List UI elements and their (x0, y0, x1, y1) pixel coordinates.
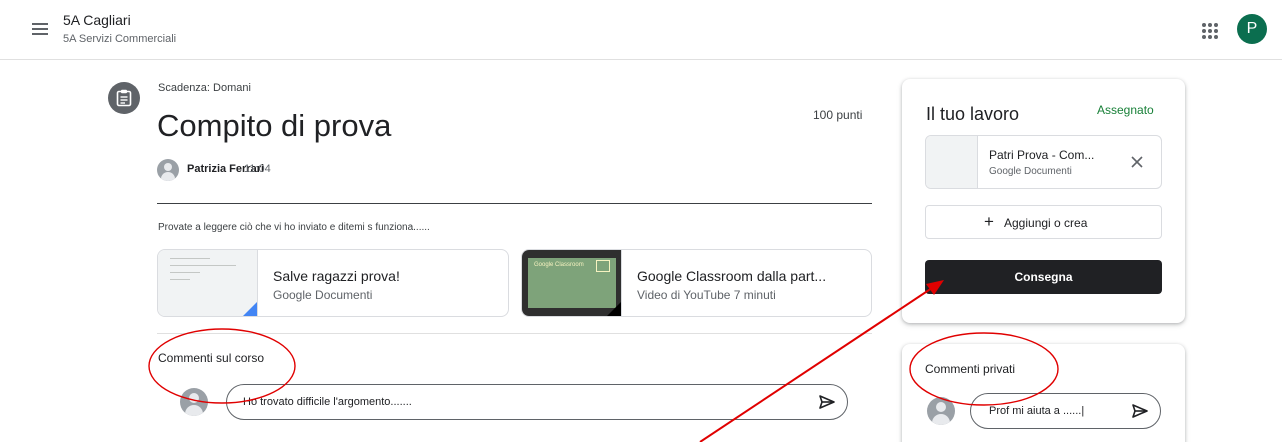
title-divider (157, 203, 872, 204)
page-title: Compito di prova (157, 108, 392, 143)
author-avatar (157, 159, 179, 181)
attachment-type: Google Documenti (273, 288, 373, 302)
attachment-video[interactable]: Google Classroom Google Classroom dalla … (521, 249, 872, 317)
commenter-avatar (927, 397, 955, 425)
file-type: Google Documenti (989, 166, 1072, 177)
attachment-title: Google Classroom dalla part... (637, 268, 827, 284)
send-icon[interactable] (1131, 402, 1149, 420)
your-work-title: Il tuo lavoro (926, 104, 1020, 124)
course-comments-heading: Commenti sul corso (158, 351, 265, 365)
attachment-doc[interactable]: Salve ragazzi prova! Google Documenti (157, 249, 509, 317)
private-comments-heading: Commenti privati (925, 362, 1016, 376)
menu-icon[interactable] (30, 20, 50, 40)
due-date: Scadenza: Domani (158, 82, 251, 94)
video-thumb-label: Google Classroom (534, 262, 584, 268)
doc-thumbnail (158, 250, 258, 316)
close-icon[interactable] (1130, 155, 1144, 169)
video-thumbnail: Google Classroom (522, 250, 622, 316)
add-or-create-label: Aggiungi o crea (1004, 216, 1088, 230)
commenter-avatar (180, 388, 208, 416)
assignment-icon (108, 82, 140, 114)
apps-icon[interactable] (1199, 20, 1221, 42)
your-work-card: Il tuo lavoro Assegnato Patri Prova - Co… (902, 79, 1185, 323)
post-time: 11:04 (244, 163, 271, 175)
attachment-title: Salve ragazzi prova! (273, 268, 400, 284)
points-label: 100 punti (813, 108, 863, 122)
send-icon[interactable] (818, 393, 836, 411)
account-avatar[interactable]: P (1237, 14, 1267, 44)
plus-icon: + (984, 212, 994, 231)
attached-file[interactable]: Patri Prova - Com... Google Documenti (925, 135, 1162, 189)
class-section: 5A Servizi Commerciali (63, 33, 177, 45)
comments-divider (157, 333, 872, 334)
top-app-bar: 5A Cagliari 5A Servizi Commerciali P (0, 0, 1282, 60)
file-thumbnail (926, 136, 978, 188)
assignment-description: Provate a leggere ciò che vi ho inviato … (158, 222, 430, 233)
submit-button[interactable]: Consegna (925, 260, 1162, 294)
add-or-create-button[interactable]: + Aggiungi o crea (925, 205, 1162, 239)
attachment-type: Video di YouTube 7 minuti (637, 288, 776, 302)
class-title[interactable]: 5A Cagliari (63, 12, 131, 28)
status-badge: Assegnato (1097, 103, 1154, 117)
file-name: Patri Prova - Com... (989, 148, 1095, 162)
course-comment-input[interactable]: Ho trovato difficile l'argomento....... (226, 384, 848, 420)
private-comments-card: Commenti privati Prof mi aiuta a ......| (902, 344, 1185, 442)
